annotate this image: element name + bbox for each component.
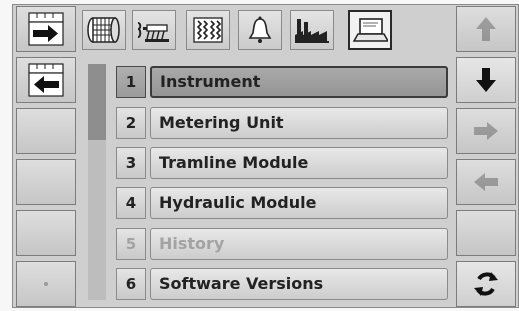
enter-button[interactable] [16,6,76,52]
menu-item-number: 6 [116,268,146,300]
seed-drill-icon [137,22,169,42]
tramline-icon [193,17,223,43]
menu-item-label: Metering Unit [150,107,448,139]
scroll-up-button[interactable] [456,6,516,52]
exit-button[interactable] [16,57,76,103]
enter-arrow-icon [28,12,64,46]
left-softkey-3[interactable] [16,108,76,154]
right-softkey-5[interactable] [456,210,516,256]
arrow-right-icon [474,122,498,140]
tab-factory[interactable] [290,10,334,50]
arrow-down-icon [476,68,496,92]
menu-item-software-versions[interactable]: 6 Software Versions [116,268,448,300]
scroll-down-button[interactable] [456,57,516,103]
menu-item-instrument[interactable]: 1 Instrument [116,66,448,98]
menu-item-hydraulic-module[interactable]: 4 Hydraulic Module [116,187,448,219]
tab-bar [82,10,454,50]
menu-item-number: 1 [116,66,146,98]
left-softkey-5[interactable] [16,210,76,256]
arrow-up-icon [476,17,496,41]
menu-item-number: 5 [116,228,146,260]
tab-seed-drill[interactable] [132,10,176,50]
menu-item-label: Tramline Module [150,147,448,179]
exit-arrow-icon [28,63,64,97]
menu-item-label: History [150,228,448,260]
menu-item-number: 3 [116,147,146,179]
menu-item-label: Instrument [150,66,448,98]
refresh-icon [474,272,498,296]
arrow-left-button[interactable] [456,159,516,205]
menu-item-history: 5 History [116,228,448,260]
laptop-icon [352,18,388,42]
menu-item-number: 4 [116,187,146,219]
menu-item-label: Hydraulic Module [150,187,448,219]
menu-item-number: 2 [116,107,146,139]
tab-drum[interactable] [82,10,126,50]
menu-item-label: Software Versions [150,268,448,300]
menu-item-metering-unit[interactable]: 2 Metering Unit [116,107,448,139]
arrow-right-button[interactable] [456,108,516,154]
refresh-button[interactable] [456,261,516,307]
left-softkey-4[interactable] [16,159,76,205]
alarm-bell-icon [248,16,272,43]
tab-alarm[interactable] [238,10,282,50]
left-softkey-6[interactable] [16,261,76,307]
tab-tramline[interactable] [186,10,230,50]
factory-icon [295,19,329,43]
arrow-left-icon [474,173,498,191]
tab-software[interactable] [348,10,392,50]
dot-icon [44,282,48,286]
drum-icon [87,17,120,43]
scrollbar-thumb[interactable] [88,64,106,140]
menu-item-tramline-module[interactable]: 3 Tramline Module [116,147,448,179]
